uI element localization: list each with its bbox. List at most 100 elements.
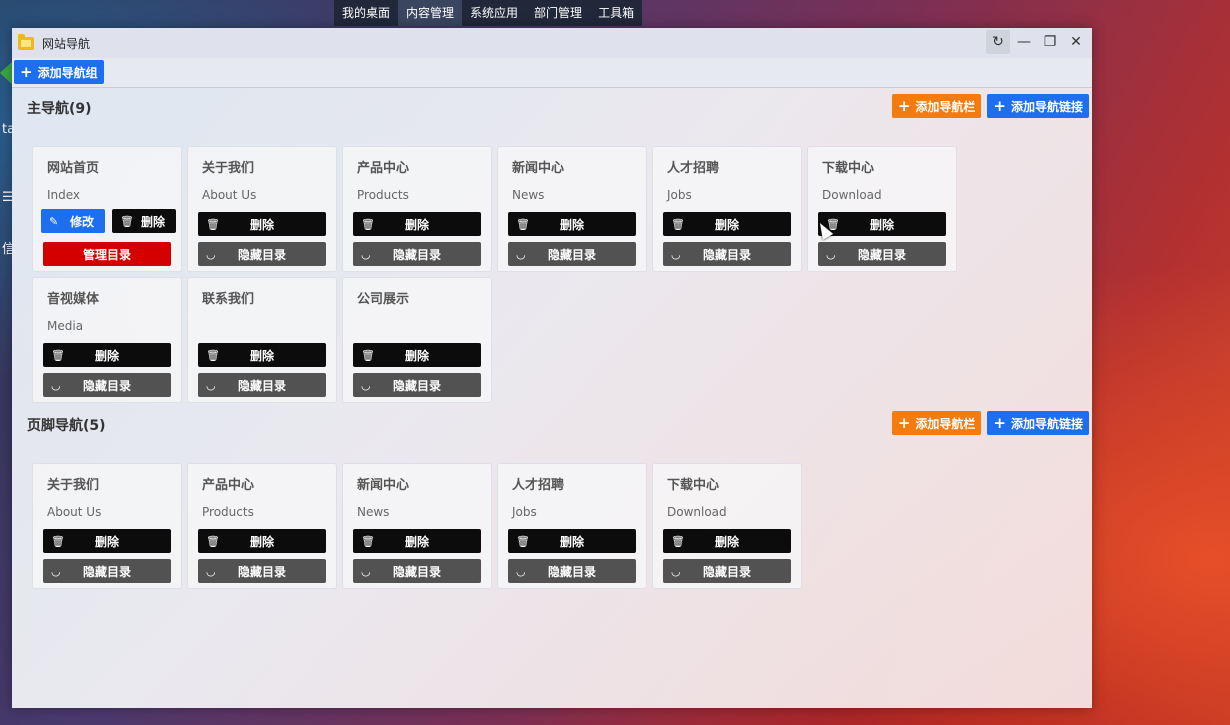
delete-label: 删除 — [94, 534, 119, 549]
nav-card: 下载中心 Download 🗑 删除 ◡ 隐藏目录 — [652, 463, 802, 589]
hide-directory-label: 隐藏目录 — [857, 247, 906, 262]
trash-icon: 🗑 — [120, 214, 134, 228]
delete-label: 删除 — [140, 214, 165, 229]
add-nav-link-label: 添加导航链接 — [1010, 99, 1083, 114]
hide-directory-button[interactable]: ◡ 隐藏目录 — [198, 373, 326, 397]
hide-directory-button[interactable]: ◡ 隐藏目录 — [353, 559, 481, 583]
delete-button[interactable]: 🗑 删除 — [508, 529, 636, 553]
restore-icon[interactable]: ❐ — [1038, 30, 1062, 54]
nav-card-subtitle: About Us — [202, 188, 257, 202]
collapse-icon: ◡ — [671, 564, 681, 578]
nav-card-subtitle: Media — [47, 319, 84, 333]
delete-button[interactable]: 🗑 删除 — [198, 212, 326, 236]
delete-label: 删除 — [559, 217, 584, 232]
desktop-menu-system-apps[interactable]: 系统应用 — [462, 0, 526, 26]
collapse-icon: ◡ — [361, 564, 371, 578]
delete-button[interactable]: 🗑 删除 — [663, 212, 791, 236]
nav-card-subtitle: News — [357, 505, 390, 519]
refresh-icon[interactable]: ↻ — [986, 30, 1010, 54]
delete-button[interactable]: 🗑 删除 — [663, 529, 791, 553]
nav-card: 新闻中心 News 🗑 删除 ◡ 隐藏目录 — [497, 146, 647, 272]
edit-button[interactable]: ✎ 修改 — [41, 209, 105, 233]
collapse-icon: ◡ — [826, 247, 836, 261]
delete-label: 删除 — [559, 534, 584, 549]
delete-button[interactable]: 🗑 删除 — [353, 529, 481, 553]
hide-directory-button[interactable]: ◡ 隐藏目录 — [353, 242, 481, 266]
delete-button[interactable]: 🗑 删除 — [112, 209, 176, 233]
delete-label: 删除 — [249, 348, 274, 363]
delete-label: 删除 — [249, 534, 274, 549]
hide-directory-label: 隐藏目录 — [702, 564, 751, 579]
hide-directory-label: 隐藏目录 — [547, 564, 596, 579]
desktop-menu-department[interactable]: 部门管理 — [526, 0, 590, 26]
nav-card-subtitle: Products — [202, 505, 254, 519]
hide-directory-button[interactable]: ◡ 隐藏目录 — [663, 559, 791, 583]
add-nav-bar-button[interactable]: + 添加导航栏 — [891, 411, 982, 435]
nav-card-title: 产品中心 — [202, 478, 255, 493]
nav-card-title: 人才招聘 — [667, 161, 720, 176]
minimize-icon[interactable]: — — [1012, 30, 1036, 54]
nav-card-subtitle: Index — [47, 188, 81, 202]
nav-card-title: 人才招聘 — [512, 478, 565, 493]
delete-button[interactable]: 🗑 删除 — [43, 343, 171, 367]
hide-directory-label: 隐藏目录 — [392, 247, 441, 262]
hide-directory-label: 隐藏目录 — [702, 247, 751, 262]
delete-button[interactable]: 🗑 删除 — [508, 212, 636, 236]
delete-button[interactable]: 🗑 删除 — [198, 529, 326, 553]
close-icon[interactable]: ✕ — [1064, 30, 1088, 54]
desktop-menu-toolbox[interactable]: 工具箱 — [590, 0, 642, 26]
nav-card-title: 产品中心 — [357, 161, 410, 176]
plus-icon: + — [897, 97, 911, 115]
add-nav-link-button[interactable]: + 添加导航链接 — [987, 411, 1089, 435]
desktop-menu-content-management[interactable]: 内容管理 — [398, 0, 463, 26]
hide-directory-button[interactable]: ◡ 隐藏目录 — [818, 242, 946, 266]
section-header: 主导航(9) + 添加导航栏 + 添加导航链接 — [12, 92, 1092, 122]
collapse-icon: ◡ — [51, 378, 61, 392]
trash-icon: 🗑 — [206, 348, 220, 362]
nav-card: 联系我们 🗑 删除 ◡ 隐藏目录 — [187, 277, 337, 403]
add-nav-link-button[interactable]: + 添加导航链接 — [987, 94, 1089, 118]
hide-directory-label: 隐藏目录 — [82, 378, 131, 393]
delete-button[interactable]: 🗑 删除 — [353, 212, 481, 236]
delete-label: 删除 — [714, 217, 739, 232]
nav-card: 产品中心 Products 🗑 删除 ◡ 隐藏目录 — [342, 146, 492, 272]
delete-button[interactable]: 🗑 删除 — [43, 529, 171, 553]
hide-directory-button[interactable]: ◡ 隐藏目录 — [353, 373, 481, 397]
collapse-icon: ◡ — [206, 247, 216, 261]
nav-card-title: 网站首页 — [47, 161, 100, 176]
add-nav-bar-button[interactable]: + 添加导航栏 — [891, 94, 982, 118]
add-nav-group-button[interactable]: + 添加导航组 — [14, 60, 104, 84]
hide-directory-button[interactable]: ◡ 隐藏目录 — [43, 373, 171, 397]
hide-directory-label: 隐藏目录 — [547, 247, 596, 262]
nav-card: 人才招聘 Jobs 🗑 删除 ◡ 隐藏目录 — [652, 146, 802, 272]
hide-directory-button[interactable]: ◡ 隐藏目录 — [508, 559, 636, 583]
nav-card-title: 公司展示 — [357, 292, 410, 307]
nav-window: 网站导航 ↻ — ❐ ✕ + 添加导航组 主导航(9) + 添加导航栏 + 添加… — [12, 28, 1092, 708]
nav-card-title: 联系我们 — [202, 292, 255, 307]
delete-label: 删除 — [404, 348, 429, 363]
nav-card-subtitle: Download — [667, 505, 727, 519]
manage-directory-button[interactable]: 管理目录 — [43, 242, 171, 266]
hide-directory-button[interactable]: ◡ 隐藏目录 — [198, 242, 326, 266]
manage-directory-label: 管理目录 — [82, 247, 131, 262]
delete-label: 删除 — [94, 348, 119, 363]
collapse-icon: ◡ — [361, 378, 371, 392]
hide-directory-button[interactable]: ◡ 隐藏目录 — [508, 242, 636, 266]
window-titlebar[interactable]: 网站导航 ↻ — ❐ ✕ — [12, 28, 1092, 58]
delete-button[interactable]: 🗑 删除 — [818, 212, 946, 236]
add-nav-bar-label: 添加导航栏 — [915, 99, 976, 114]
collapse-icon: ◡ — [671, 247, 681, 261]
collapse-icon: ◡ — [206, 378, 216, 392]
hide-directory-button[interactable]: ◡ 隐藏目录 — [43, 559, 171, 583]
nav-card: 人才招聘 Jobs 🗑 删除 ◡ 隐藏目录 — [497, 463, 647, 589]
nav-card-title: 关于我们 — [47, 478, 100, 493]
section-actions: + 添加导航栏 + 添加导航链接 — [891, 94, 1089, 118]
desktop-menu-my-desktop[interactable]: 我的桌面 — [334, 0, 398, 26]
hide-directory-button[interactable]: ◡ 隐藏目录 — [198, 559, 326, 583]
delete-button[interactable]: 🗑 删除 — [353, 343, 481, 367]
nav-card: 网站首页 Index ✎ 修改 🗑 删除 管理目录 — [32, 146, 182, 272]
window-controls: ↻ — ❐ ✕ — [986, 30, 1088, 54]
delete-button[interactable]: 🗑 删除 — [198, 343, 326, 367]
nav-card-title: 新闻中心 — [357, 478, 410, 493]
hide-directory-button[interactable]: ◡ 隐藏目录 — [663, 242, 791, 266]
